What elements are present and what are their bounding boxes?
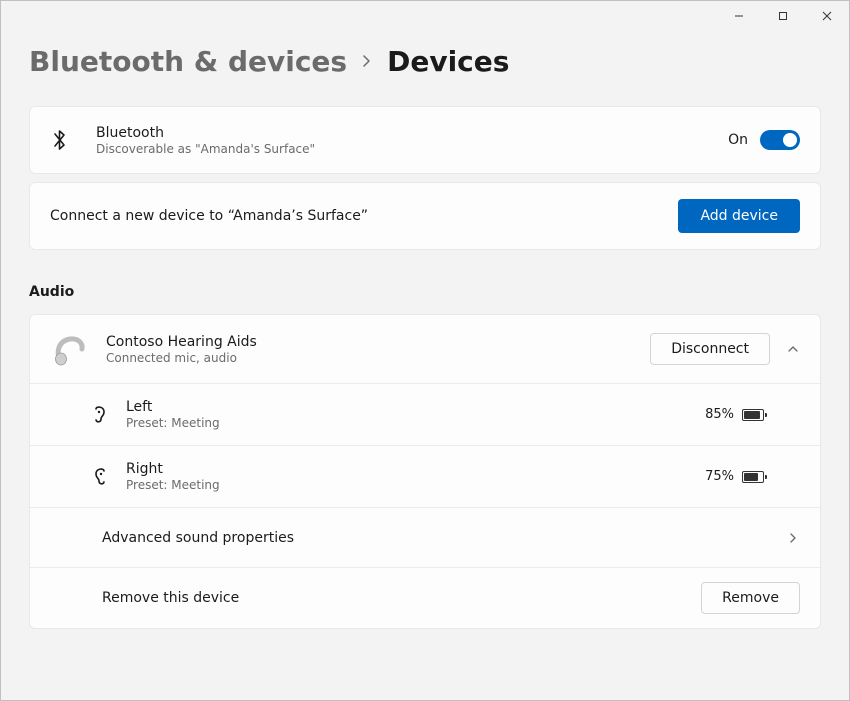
hearing-aid-icon: [50, 329, 90, 369]
device-side-row-left: Left Preset: Meeting 85%: [30, 383, 820, 445]
window-titlebar: [1, 1, 849, 31]
side-name: Left: [126, 399, 220, 415]
side-preset: Preset: Meeting: [126, 416, 220, 430]
bluetooth-subtitle: Discoverable as "Amanda's Surface": [96, 142, 315, 156]
remove-device-row: Remove this device Remove: [30, 567, 820, 628]
chevron-right-icon: [786, 532, 800, 544]
breadcrumb-parent[interactable]: Bluetooth & devices: [29, 45, 347, 78]
window-close-button[interactable]: [805, 1, 849, 31]
breadcrumb-current: Devices: [387, 45, 509, 78]
device-side-row-right: Right Preset: Meeting 75%: [30, 445, 820, 507]
side-preset: Preset: Meeting: [126, 478, 220, 492]
ear-right-icon: [90, 467, 110, 487]
advanced-sound-row[interactable]: Advanced sound properties: [30, 507, 820, 567]
window-minimize-button[interactable]: [717, 1, 761, 31]
add-device-prompt: Connect a new device to “Amanda’s Surfac…: [50, 208, 368, 224]
breadcrumb: Bluetooth & devices Devices: [29, 45, 821, 78]
battery-indicator-right: 75%: [705, 469, 764, 484]
device-header-row[interactable]: Contoso Hearing Aids Connected mic, audi…: [30, 315, 820, 383]
side-name: Right: [126, 461, 220, 477]
remove-device-label: Remove this device: [102, 590, 239, 606]
add-device-card: Connect a new device to “Amanda’s Surfac…: [29, 182, 821, 250]
battery-indicator-left: 85%: [705, 407, 764, 422]
disconnect-button[interactable]: Disconnect: [650, 333, 770, 365]
audio-section-label: Audio: [29, 284, 821, 300]
window-maximize-button[interactable]: [761, 1, 805, 31]
chevron-up-icon[interactable]: [786, 343, 800, 355]
bluetooth-toggle-card: Bluetooth Discoverable as "Amanda's Surf…: [29, 106, 821, 174]
battery-icon: [742, 409, 764, 421]
advanced-sound-label: Advanced sound properties: [102, 530, 294, 546]
add-device-button[interactable]: Add device: [678, 199, 800, 233]
bluetooth-title: Bluetooth: [96, 125, 315, 141]
battery-text: 85%: [705, 407, 734, 422]
battery-text: 75%: [705, 469, 734, 484]
bluetooth-state-label: On: [728, 132, 748, 148]
device-status: Connected mic, audio: [106, 351, 257, 365]
bluetooth-toggle[interactable]: [760, 130, 800, 150]
device-name: Contoso Hearing Aids: [106, 334, 257, 350]
remove-button[interactable]: Remove: [701, 582, 800, 614]
battery-icon: [742, 471, 764, 483]
ear-left-icon: [90, 405, 110, 425]
bluetooth-icon: [50, 128, 70, 152]
audio-device-group: Contoso Hearing Aids Connected mic, audi…: [29, 314, 821, 629]
chevron-right-icon: [361, 52, 373, 71]
